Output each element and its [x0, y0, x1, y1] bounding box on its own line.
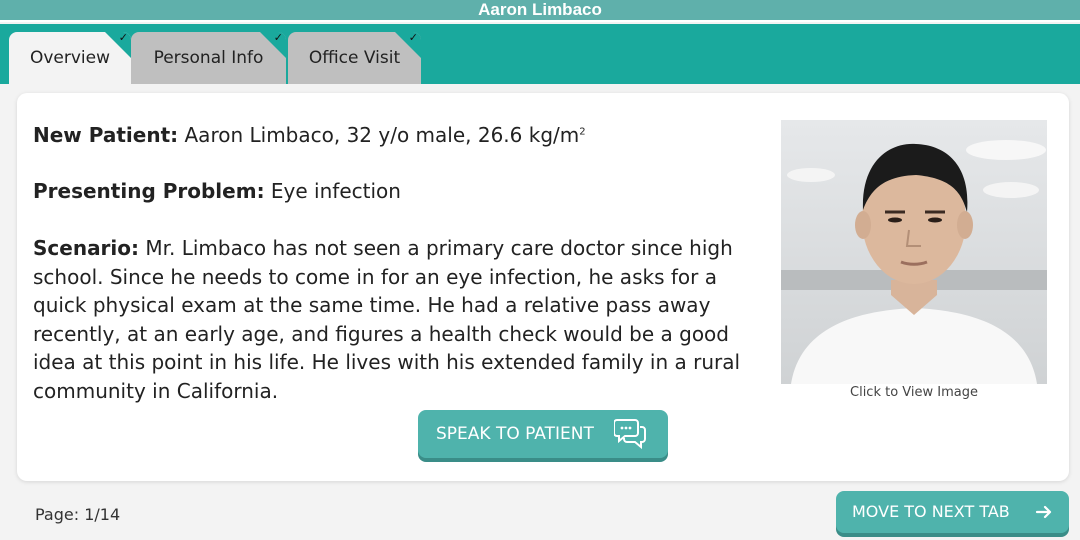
move-to-next-tab-label: MOVE TO NEXT TAB [852, 502, 1010, 521]
speak-to-patient-button[interactable]: SPEAK TO PATIENT [418, 410, 668, 458]
new-patient-label: New Patient: [33, 123, 179, 147]
arrow-right-icon [1035, 505, 1052, 519]
overview-card: New Patient: Aaron Limbaco, 32 y/o male,… [17, 93, 1069, 481]
page-indicator: Page: 1/14 [35, 505, 121, 524]
problem-value: Eye infection [270, 179, 401, 203]
checkmark-icon: ✓ [118, 32, 128, 44]
window-title: Aaron Limbaco [0, 0, 1080, 22]
speak-to-patient-label: SPEAK TO PATIENT [436, 424, 594, 444]
move-to-next-tab-button[interactable]: MOVE TO NEXT TAB [836, 491, 1069, 533]
scenario-paragraph: Scenario: Mr. Limbaco has not seen a pri… [33, 234, 763, 405]
scenario-label: Scenario: [33, 236, 140, 260]
new-patient-value: Aaron Limbaco, 32 y/o male, 26.6 kg/m [184, 123, 580, 147]
tab-bar: Overview ✓ Personal Info ✓ Office Visit … [0, 24, 1080, 84]
tab-overview[interactable]: Overview ✓ [9, 32, 131, 84]
tab-personal-info-label: Personal Info [153, 48, 264, 68]
tab-personal-info[interactable]: Personal Info ✓ [131, 32, 286, 84]
patient-portrait-image [781, 120, 1047, 384]
scenario-text: Mr. Limbaco has not seen a primary care … [33, 236, 741, 403]
tab-office-visit-label: Office Visit [308, 48, 401, 68]
checkmark-icon: ✓ [408, 32, 418, 44]
tab-overview-label: Overview [29, 48, 111, 68]
presenting-problem-line: Presenting Problem: Eye infection [33, 177, 763, 206]
photo-caption[interactable]: Click to View Image [781, 385, 1047, 400]
problem-label: Presenting Problem: [33, 179, 265, 203]
patient-photo[interactable] [781, 120, 1047, 384]
new-patient-line: New Patient: Aaron Limbaco, 32 y/o male,… [33, 121, 763, 150]
tab-office-visit[interactable]: Office Visit ✓ [288, 32, 421, 84]
checkmark-icon: ✓ [273, 32, 283, 44]
chat-bubbles-icon [614, 419, 646, 450]
bmi-unit-superscript: 2 [579, 126, 586, 138]
